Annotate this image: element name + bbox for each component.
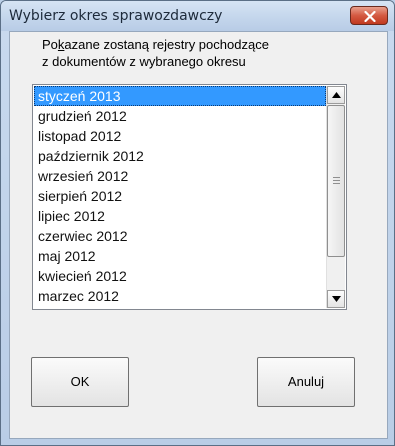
period-list-item[interactable]: lipiec 2012 — [34, 206, 326, 226]
period-list-item[interactable]: sierpień 2012 — [34, 186, 326, 206]
period-listbox[interactable]: styczeń 2013 grudzień 2012 listopad 2012 pa… — [32, 84, 347, 310]
dialog-title: Wybierz okres sprawozdawczy — [9, 8, 223, 24]
title-bar[interactable]: Wybierz okres sprawozdawczy — [1, 1, 394, 31]
cancel-button[interactable]: Anuluj — [257, 357, 355, 407]
description-line1-suffix: azane zostaną rejestry pochodzące — [64, 37, 269, 52]
period-list-items: styczeń 2013 grudzień 2012 listopad 2012 pa… — [34, 86, 326, 308]
period-list-item[interactable]: październik 2012 — [34, 146, 326, 166]
description-line2: z dokumentów z wybranego okresu — [42, 54, 246, 69]
period-list-item[interactable]: marzec 2012 — [34, 286, 326, 306]
ok-button[interactable]: OK — [31, 357, 129, 407]
period-list-item[interactable]: listopad 2012 — [34, 126, 326, 146]
description-line1-prefix: Po — [42, 37, 58, 52]
thumb-grip-line — [333, 183, 340, 184]
dialog-window: Wybierz okres sprawozdawczy Pokazane zos… — [0, 0, 395, 446]
period-list-item[interactable]: kwiecień 2012 — [34, 266, 326, 286]
description-text: Pokazane zostaną rejestry pochodzące z d… — [42, 36, 362, 70]
period-list-item[interactable]: czerwiec 2012 — [34, 226, 326, 246]
period-list-item[interactable]: grudzień 2012 — [34, 106, 326, 126]
period-list-item[interactable]: maj 2012 — [34, 246, 326, 266]
close-icon — [364, 11, 376, 22]
vertical-scrollbar[interactable] — [326, 86, 345, 308]
arrow-up-icon — [332, 92, 341, 98]
thumb-grip-line — [333, 177, 340, 178]
arrow-down-icon — [332, 296, 341, 302]
period-list-item[interactable]: styczeń 2013 — [34, 86, 326, 106]
close-button[interactable] — [350, 6, 388, 25]
scrollbar-thumb[interactable] — [327, 105, 345, 257]
thumb-grip-line — [333, 180, 340, 181]
scroll-up-button[interactable] — [327, 86, 345, 104]
scroll-down-button[interactable] — [327, 290, 345, 308]
period-list-item[interactable]: wrzesień 2012 — [34, 166, 326, 186]
